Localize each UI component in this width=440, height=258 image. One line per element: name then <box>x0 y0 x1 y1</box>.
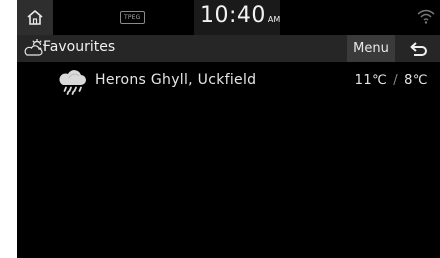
tpeg-badge: TPEG <box>120 11 145 24</box>
home-button[interactable] <box>17 0 53 35</box>
back-arrow-icon <box>410 41 427 56</box>
page-header: Favourites Menu <box>17 35 440 62</box>
temperature-separator: / <box>393 73 399 88</box>
status-bar: TPEG 10:40 AM <box>17 0 440 35</box>
favourite-location: Herons Ghyll, Uckfield <box>95 72 257 88</box>
head-unit-screen: TPEG 10:40 AM Favourites Menu Herons Ghy… <box>17 0 440 258</box>
clock: 10:40 AM <box>200 3 280 32</box>
cloud-rain-icon <box>59 70 86 95</box>
temperature-range: 11℃ / 8℃ <box>355 73 428 88</box>
temperature-high: 11℃ <box>354 73 388 88</box>
back-button[interactable] <box>397 35 440 62</box>
clock-time: 10:40 <box>200 3 266 28</box>
favourite-list-item[interactable]: Herons Ghyll, Uckfield 11℃ / 8℃ <box>17 64 440 98</box>
menu-button[interactable]: Menu <box>347 35 395 62</box>
temperature-low: 8℃ <box>404 73 428 88</box>
page-title: Favourites <box>43 39 116 55</box>
clock-ampm: AM <box>267 15 281 24</box>
home-icon <box>27 10 43 25</box>
wifi-icon <box>417 9 435 24</box>
